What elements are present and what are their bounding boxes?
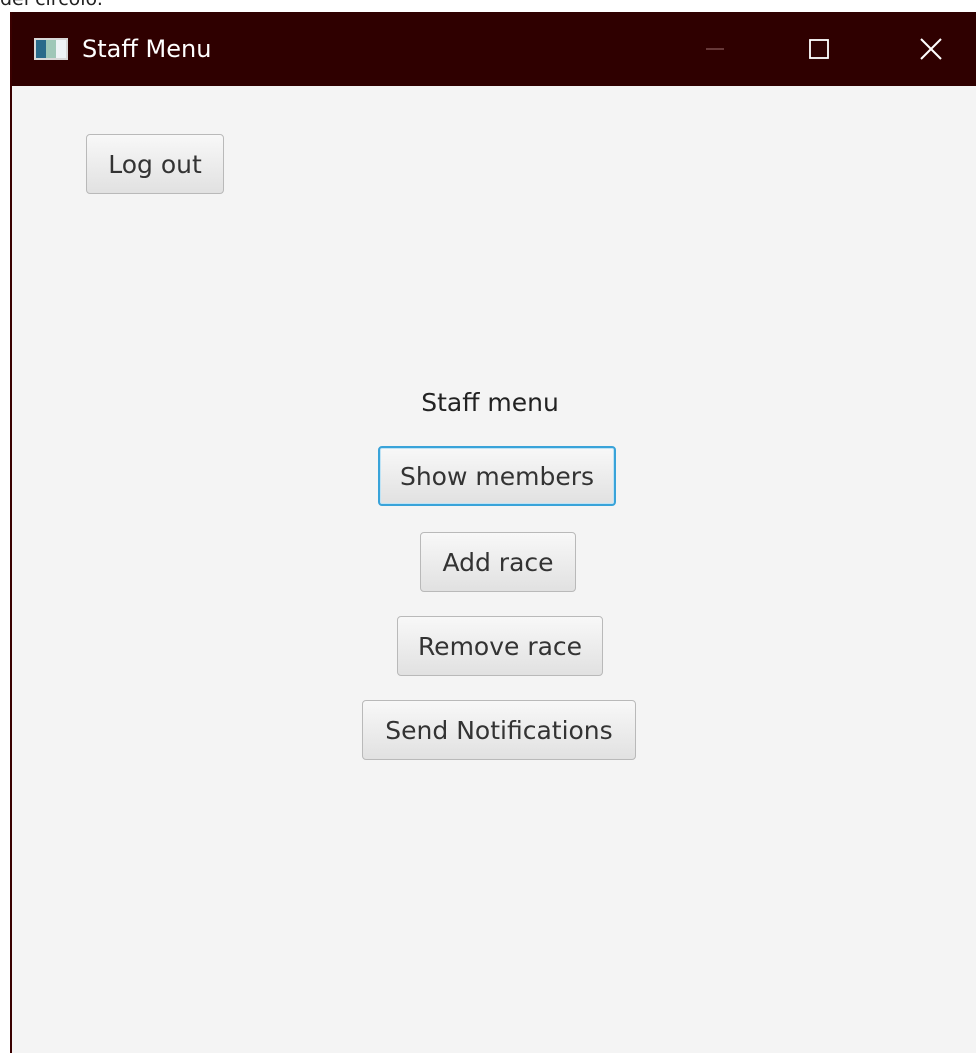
add-race-button[interactable]: Add race <box>420 532 576 592</box>
show-members-button[interactable]: Show members <box>378 446 616 506</box>
window-titlebar[interactable]: Staff Menu <box>12 12 976 86</box>
minimize-icon <box>706 48 724 50</box>
minimize-button[interactable] <box>680 12 750 86</box>
page-caption: del circolo. <box>0 0 103 10</box>
logout-button[interactable]: Log out <box>86 134 224 194</box>
staff-menu-window: Staff Menu Log out Staff menu Show membe… <box>10 12 976 1053</box>
send-notifications-button[interactable]: Send Notifications <box>362 700 636 760</box>
close-icon <box>920 38 942 60</box>
window-content: Log out Staff menu Show members Add race… <box>12 86 976 1053</box>
app-window-icon <box>34 38 68 60</box>
menu-title: Staff menu <box>421 388 559 417</box>
window-title: Staff Menu <box>82 35 212 63</box>
close-button[interactable] <box>896 12 966 86</box>
remove-race-button[interactable]: Remove race <box>397 616 603 676</box>
maximize-button[interactable] <box>784 12 854 86</box>
maximize-icon <box>809 39 829 59</box>
